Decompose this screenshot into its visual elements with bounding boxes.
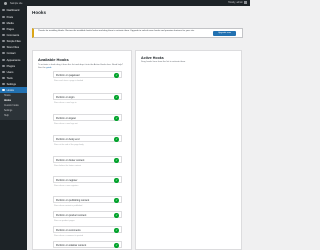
hook-hint: Runs when a user logs in (54, 102, 77, 104)
pin-icon (2, 15, 5, 19)
hook-item-comments[interactable]: Perform on comments ✓ (53, 226, 122, 233)
hook-label: Perform on footer content (56, 158, 85, 162)
hook-item-body-end[interactable]: Perform on body end ✓ (53, 135, 122, 142)
hook-hint: Runs when content is published (54, 205, 83, 207)
check-icon: ✓ (114, 73, 119, 78)
sidebar-submenu: Hooks Hooks Custom hooks Settings Help (0, 93, 27, 120)
sidebar-item-label: Pages (6, 27, 14, 31)
hook-hint: Runs before the footer content (54, 165, 82, 167)
available-hooks-title: Available Hooks (38, 57, 69, 62)
hook-hint: Runs when a user logs out (54, 123, 78, 125)
hook-label: Perform on pageload (56, 73, 80, 77)
admin-bar: Sample site Howdy, admin (0, 0, 250, 6)
media-icon (2, 21, 5, 25)
submenu-item-hooks-current[interactable]: Hooks (4, 100, 11, 102)
check-icon: ✓ (114, 95, 119, 100)
sidebar-item-label: Tools (6, 76, 13, 80)
hook-label: Perform on comments (56, 228, 81, 232)
sidebar-item-label: Settings (6, 82, 16, 86)
page-icon (2, 27, 5, 31)
hook-item-register[interactable]: Perform on register ✓ (53, 176, 122, 183)
hook-hint: Runs when a comment is posted (54, 235, 84, 237)
hook-hint: Runs on product pages (54, 220, 75, 222)
hook-label: Perform on body end (56, 137, 80, 141)
check-icon: ✓ (114, 198, 119, 203)
check-icon: ✓ (114, 228, 119, 233)
plugin-icon (2, 64, 5, 68)
sidebar-item-label: Plugins (6, 64, 16, 68)
sidebar-item-label: Contact (6, 51, 16, 55)
submenu-item-settings[interactable]: Settings (4, 110, 12, 112)
wordpress-logo-icon[interactable] (4, 1, 7, 5)
hook-hint: Runs when a user registers (54, 185, 79, 187)
wrench-icon (2, 76, 5, 80)
avatar (244, 1, 247, 4)
store-icon (2, 45, 5, 49)
mail-icon (2, 51, 5, 55)
admin-bar-site-name[interactable]: Sample site (10, 2, 23, 5)
check-icon: ✓ (114, 213, 119, 218)
check-icon: ✓ (114, 243, 119, 248)
submenu-item-help[interactable]: Help (4, 115, 9, 117)
check-icon: ✓ (114, 116, 119, 121)
comment-icon (2, 33, 5, 37)
sidebar-item-label: Users (6, 70, 14, 74)
check-icon: ✓ (114, 178, 119, 183)
hook-label: Perform on sidebar content (56, 243, 87, 247)
page-title: Hooks (32, 10, 47, 15)
hook-label: Perform on publishing content (56, 198, 90, 202)
sidebar-item-contact[interactable]: Contact (0, 50, 27, 56)
settings-icon (2, 82, 5, 86)
file-icon (2, 39, 5, 43)
available-hooks-description: To activate a hook drag it from this lis… (38, 64, 126, 70)
dashboard-icon (2, 8, 5, 12)
admin-bar-user-label: Howdy, admin (228, 1, 243, 4)
brush-icon (2, 58, 5, 62)
hook-label: Perform on login (56, 95, 75, 99)
hook-item-pageload[interactable]: Perform on pageload ✓ (53, 71, 122, 78)
hook-label: Perform on register (56, 178, 78, 182)
sidebar-item-label: Posts (6, 15, 14, 19)
sidebar-item-label: Appearance (6, 58, 21, 62)
sidebar-item-label: Media (6, 21, 14, 25)
admin-bar-user[interactable]: Howdy, admin (228, 1, 247, 4)
check-icon: ✓ (114, 137, 119, 142)
hook-label: Perform on product content (56, 213, 87, 217)
active-hooks-panel[interactable]: Active Hooks Drag hooks here from the li… (135, 50, 242, 250)
upgrade-notice: Thanks for installing Hooks. Review the … (32, 28, 243, 38)
hook-label: Perform on logout (56, 116, 76, 120)
hook-item-publishing-content[interactable]: Perform on publishing content ✓ (53, 196, 122, 203)
hook-item-product-content[interactable]: Perform on product content ✓ (53, 211, 122, 218)
guide-link[interactable]: guide (46, 67, 51, 69)
submenu-item-hooks[interactable]: Hooks (4, 95, 11, 97)
notice-text: Thanks for installing Hooks. Review the … (38, 30, 195, 32)
hook-item-logout[interactable]: Perform on logout ✓ (53, 114, 122, 121)
hook-hint: Runs each time a page is loaded (54, 80, 84, 82)
sidebar-item-label: Comments (6, 33, 20, 37)
hook-item-login[interactable]: Perform on login ✓ (53, 93, 122, 100)
sidebar-item-label: Store Files (6, 45, 19, 49)
hook-icon (2, 88, 5, 92)
active-hooks-description: Drag hooks here from the list to activat… (141, 61, 186, 63)
upgrade-button[interactable]: Upgrade now (213, 31, 236, 37)
check-icon: ✓ (114, 158, 119, 163)
hook-item-footer-content[interactable]: Perform on footer content ✓ (53, 156, 122, 163)
sidebar-item-dashboard[interactable]: Dashboard (0, 7, 27, 13)
admin-sidebar: Dashboard Posts Media Pages Comments Sim… (0, 6, 27, 250)
sidebar-item-label: Dashboard (6, 8, 20, 12)
hook-hint: Runs at the end of the page body (54, 144, 84, 146)
active-hooks-title: Active Hooks (141, 56, 164, 60)
users-icon (2, 70, 5, 74)
hook-item-sidebar-content[interactable]: Perform on sidebar content ✓ (53, 241, 122, 248)
submenu-item-custom-hooks[interactable]: Custom hooks (4, 105, 19, 107)
sidebar-item-label: Hooks (6, 88, 14, 92)
sidebar-item-label: Simple Files (6, 39, 21, 43)
